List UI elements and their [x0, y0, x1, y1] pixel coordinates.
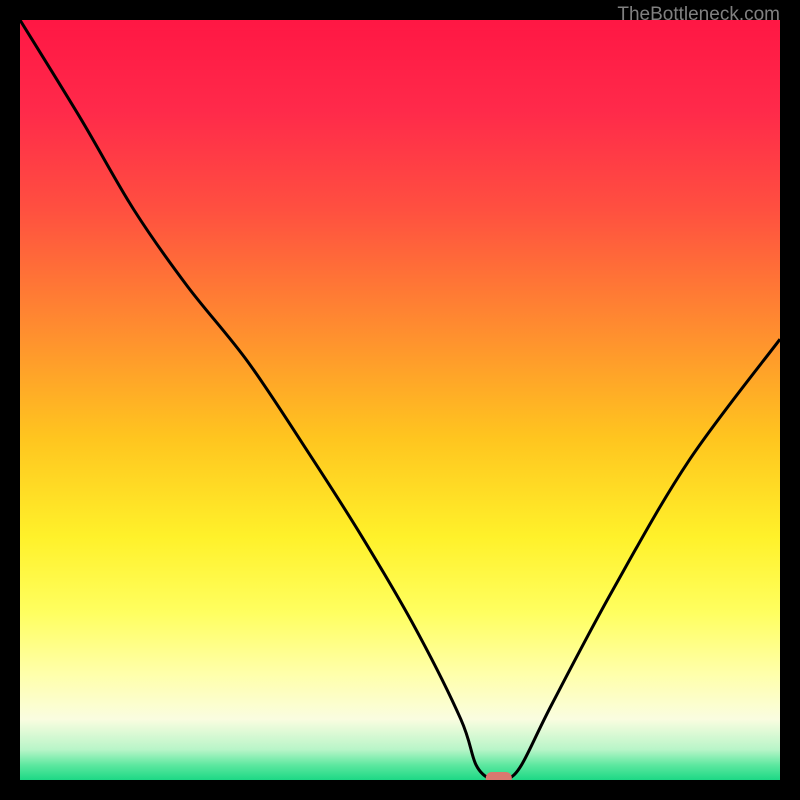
chart-background [20, 20, 780, 780]
bottleneck-chart [20, 20, 780, 780]
watermark-text: TheBottleneck.com [617, 4, 780, 26]
optimal-marker [486, 772, 512, 780]
